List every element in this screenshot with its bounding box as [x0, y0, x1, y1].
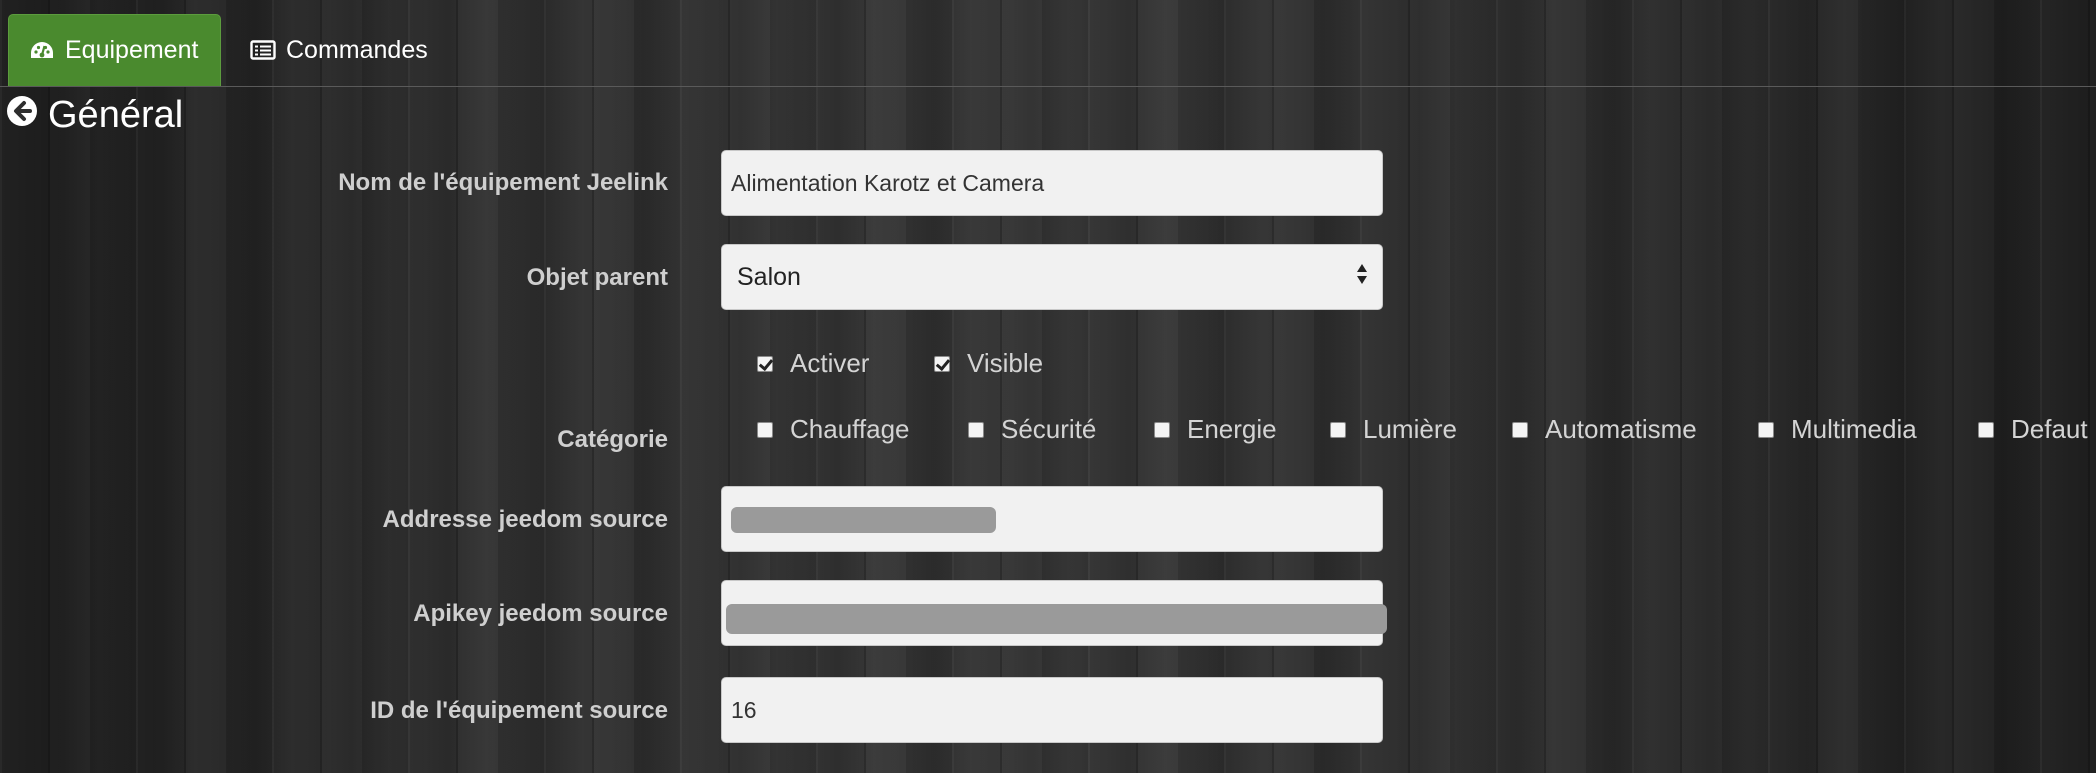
- parent-object-value: Salon: [737, 262, 801, 291]
- parent-object-select[interactable]: Salon: [721, 244, 1383, 310]
- activer-label: Activer: [790, 348, 870, 378]
- category-checkbox-lumiere[interactable]: Lumière: [1330, 414, 1457, 445]
- tab-equipement[interactable]: Equipement: [8, 14, 221, 86]
- tab-bar: Equipement Commandes: [0, 0, 2096, 87]
- category-checkbox-box[interactable]: [968, 421, 984, 438]
- category-lumiere-label: Lumière: [1363, 414, 1457, 444]
- source-apikey-input[interactable]: [721, 580, 1387, 646]
- activer-checkbox-box[interactable]: [757, 355, 773, 372]
- category-checkbox-chauffage[interactable]: Chauffage: [757, 414, 910, 445]
- source-address-label: Addresse jeedom source: [382, 506, 668, 533]
- category-checkbox-securite[interactable]: Sécurité: [968, 414, 1096, 445]
- tachometer-icon: [29, 40, 55, 62]
- equipment-name-input[interactable]: [721, 150, 1383, 216]
- category-checkbox-box[interactable]: [1978, 421, 1994, 438]
- category-checkbox-defaut[interactable]: Defaut: [1978, 414, 2088, 445]
- select-arrows-icon: [1356, 262, 1368, 293]
- equipment-name-label: Nom de l'équipement Jeelink: [338, 169, 668, 196]
- category-defaut-label: Defaut: [2011, 414, 2088, 444]
- source-id-input[interactable]: [721, 677, 1383, 743]
- visible-checkbox[interactable]: Visible: [934, 348, 1043, 379]
- category-checkbox-box[interactable]: [1758, 421, 1774, 438]
- list-alt-icon: [250, 39, 276, 61]
- redacted-value: [726, 604, 1387, 634]
- category-multimedia-label: Multimedia: [1791, 414, 1917, 444]
- tab-commandes[interactable]: Commandes: [230, 14, 460, 86]
- category-checkbox-multimedia[interactable]: Multimedia: [1758, 414, 1917, 445]
- section-title: Général: [6, 92, 183, 138]
- category-checkbox-energie[interactable]: Energie: [1154, 414, 1277, 445]
- source-id-label: ID de l'équipement source: [370, 697, 668, 724]
- category-label: Catégorie: [557, 426, 668, 453]
- tab-equipement-label: Equipement: [65, 36, 199, 64]
- tab-commandes-label: Commandes: [286, 35, 428, 64]
- category-checkbox-box[interactable]: [1512, 421, 1528, 438]
- category-checkbox-box[interactable]: [1154, 421, 1170, 438]
- arrow-circle-left-icon[interactable]: [6, 94, 38, 137]
- activer-checkbox[interactable]: Activer: [757, 348, 869, 379]
- category-securite-label: Sécurité: [1001, 414, 1097, 444]
- parent-object-label: Objet parent: [526, 264, 668, 291]
- visible-checkbox-box[interactable]: [934, 355, 950, 372]
- redacted-value: [731, 507, 996, 533]
- category-checkbox-box[interactable]: [757, 421, 773, 438]
- category-automatisme-label: Automatisme: [1545, 414, 1697, 444]
- visible-label: Visible: [967, 348, 1044, 378]
- source-address-input[interactable]: [721, 486, 1383, 552]
- category-checkbox-automatisme[interactable]: Automatisme: [1512, 414, 1697, 445]
- section-title-text: Général: [48, 93, 184, 136]
- source-apikey-label: Apikey jeedom source: [413, 600, 668, 627]
- category-energie-label: Energie: [1187, 414, 1277, 444]
- category-chauffage-label: Chauffage: [790, 414, 910, 444]
- category-checkbox-box[interactable]: [1330, 421, 1346, 438]
